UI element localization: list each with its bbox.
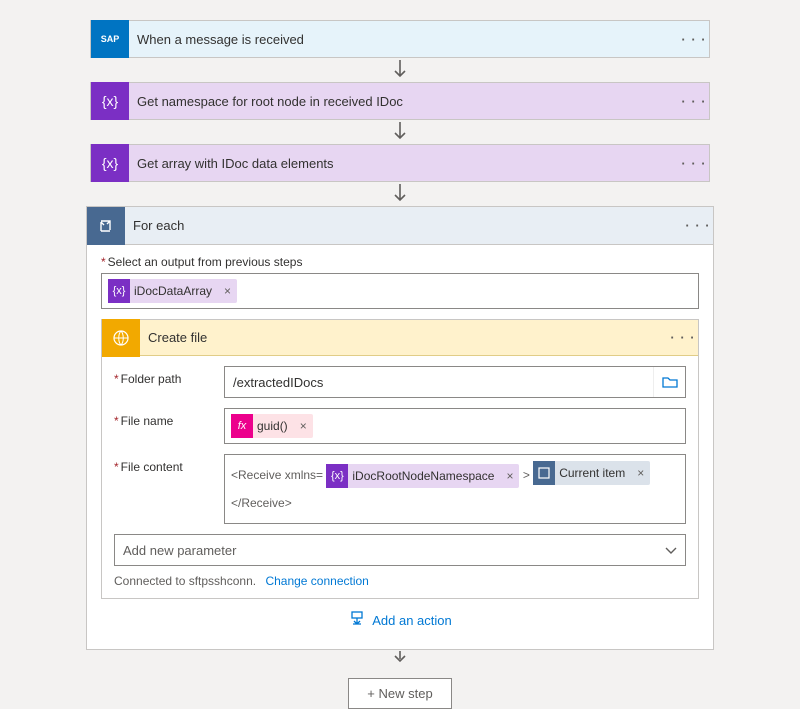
token-idocdataarray[interactable]: {x} iDocDataArray × bbox=[108, 279, 237, 303]
variable-icon: {x} bbox=[91, 82, 129, 120]
loop-icon bbox=[533, 461, 555, 485]
foreach-container: For each · · · Select an output from pre… bbox=[86, 206, 714, 650]
foreach-header[interactable]: For each · · · bbox=[87, 207, 713, 245]
token-remove[interactable]: × bbox=[631, 459, 650, 487]
file-content-input[interactable]: <Receive xmlns= {x} iDocRootNodeNamespac… bbox=[224, 454, 686, 524]
token-current-item[interactable]: Current item × bbox=[533, 461, 650, 485]
step-array-menu[interactable]: · · · bbox=[679, 156, 709, 171]
folder-path-value: /extractedIDocs bbox=[225, 375, 653, 390]
variable-icon: {x} bbox=[326, 464, 348, 488]
create-file-title: Create file bbox=[140, 330, 668, 345]
variable-icon: {x} bbox=[91, 144, 129, 182]
loop-icon bbox=[87, 207, 125, 245]
folder-picker-icon[interactable] bbox=[653, 367, 685, 397]
token-guid[interactable]: fx guid() × bbox=[231, 414, 313, 438]
file-name-input[interactable]: fx guid() × bbox=[224, 408, 686, 444]
trigger-title: When a message is received bbox=[129, 32, 679, 47]
step-array-card[interactable]: {x} Get array with IDoc data elements · … bbox=[90, 144, 710, 182]
file-content-label: File content bbox=[114, 454, 224, 474]
token-remove[interactable]: × bbox=[500, 462, 519, 490]
add-parameter-dropdown[interactable]: Add new parameter bbox=[114, 534, 686, 566]
trigger-card[interactable]: SAP When a message is received · · · bbox=[90, 20, 710, 58]
token-remove[interactable]: × bbox=[294, 419, 313, 433]
arrow-icon bbox=[393, 650, 407, 664]
create-file-menu[interactable]: · · · bbox=[668, 330, 698, 345]
folder-path-label: Folder path bbox=[114, 366, 224, 386]
folder-path-input[interactable]: /extractedIDocs bbox=[224, 366, 686, 398]
fx-icon: fx bbox=[231, 414, 253, 438]
change-connection-link[interactable]: Change connection bbox=[265, 574, 368, 588]
create-file-header[interactable]: Create file · · · bbox=[102, 320, 698, 356]
add-action-icon bbox=[348, 611, 366, 629]
foreach-title: For each bbox=[125, 218, 683, 233]
arrow-icon bbox=[393, 58, 407, 82]
chevron-down-icon bbox=[665, 543, 677, 558]
trigger-menu[interactable]: · · · bbox=[679, 32, 709, 47]
foreach-menu[interactable]: · · · bbox=[683, 218, 713, 233]
sftp-icon bbox=[102, 319, 140, 357]
sap-icon: SAP bbox=[91, 20, 129, 58]
foreach-select-label: Select an output from previous steps bbox=[101, 255, 699, 269]
create-file-card: Create file · · · Folder path /extracted… bbox=[101, 319, 699, 599]
connection-info: Connected to sftpsshconn. Change connect… bbox=[114, 574, 686, 588]
add-action-button[interactable]: Add an action bbox=[101, 599, 699, 635]
token-namespace[interactable]: {x} iDocRootNodeNamespace × bbox=[326, 464, 519, 488]
variable-icon: {x} bbox=[108, 279, 130, 303]
file-name-label: File name bbox=[114, 408, 224, 428]
new-step-button[interactable]: + New step bbox=[348, 678, 451, 709]
token-remove[interactable]: × bbox=[218, 284, 237, 298]
arrow-icon bbox=[393, 120, 407, 144]
step-namespace-menu[interactable]: · · · bbox=[679, 94, 709, 109]
foreach-select-input[interactable]: {x} iDocDataArray × bbox=[101, 273, 699, 309]
arrow-icon bbox=[393, 182, 407, 206]
step-array-title: Get array with IDoc data elements bbox=[129, 156, 679, 171]
step-namespace-card[interactable]: {x} Get namespace for root node in recei… bbox=[90, 82, 710, 120]
step-namespace-title: Get namespace for root node in received … bbox=[129, 94, 679, 109]
